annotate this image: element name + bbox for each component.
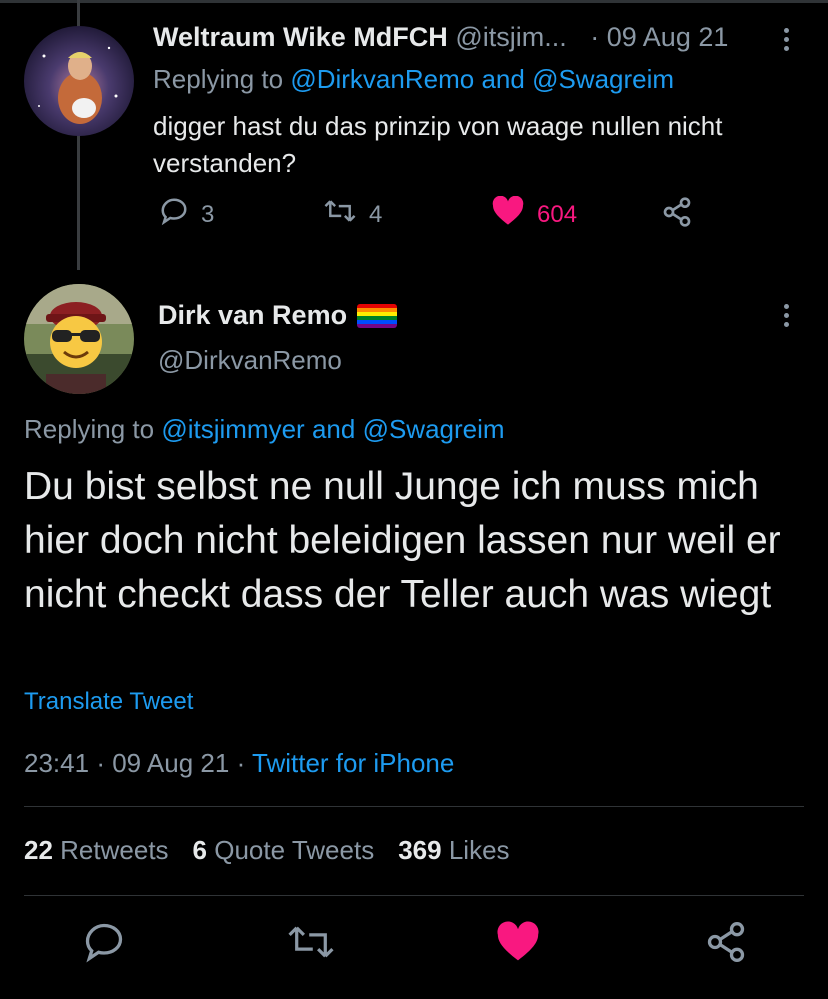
replying-user-link[interactable]: @DirkvanRemo [290, 64, 474, 94]
quotes-label: Quote Tweets [214, 835, 375, 865]
retweet-button[interactable] [286, 920, 336, 969]
like-button[interactable] [496, 920, 540, 969]
like-count: 604 [537, 200, 578, 228]
like-icon [496, 921, 540, 968]
tweet2-source[interactable]: Twitter for iPhone [252, 748, 454, 778]
retweet-button[interactable]: 4 [323, 196, 382, 233]
meta-separator: · [96, 748, 105, 778]
more-icon[interactable] [784, 28, 792, 51]
retweets-count: 22 [24, 835, 53, 865]
retweet-count: 4 [369, 200, 383, 228]
tweet2-text: Du bist selbst ne null Junge ich muss mi… [24, 465, 781, 616]
avatar-weltraum-wike[interactable] [24, 26, 134, 136]
retweet-icon [323, 196, 357, 233]
retweets-label: Retweets [60, 835, 169, 865]
replying-user-link[interactable]: @Swagreim [363, 414, 505, 444]
replying-and: and [311, 414, 356, 444]
meta-separator: · [236, 748, 246, 778]
replying-and: and [481, 64, 525, 94]
quotes-count: 6 [192, 835, 208, 865]
replying-user-link[interactable]: @itsjimmyer [161, 414, 304, 444]
avatar-dirk-van-remo[interactable] [24, 284, 134, 394]
tweet2-display-name[interactable]: Dirk van Remo [158, 300, 347, 331]
reply-button[interactable]: 3 [159, 196, 214, 233]
tweet2-actions [0, 920, 828, 970]
reply-icon [82, 923, 126, 968]
tweet2-time[interactable]: 23:41 [24, 748, 89, 778]
share-button[interactable] [661, 196, 693, 235]
quote-tweets-stat[interactable]: 6 Quote Tweets [193, 835, 375, 866]
tweet2-display-name-row: Dirk van Remo [158, 300, 398, 331]
tweet2-stats: 22 Retweets 6 Quote Tweets 369 Likes [24, 835, 510, 866]
tweet1-handle[interactable]: @itsjim... [455, 22, 566, 52]
tweet1-replying-to: Replying to @DirkvanRemo and @Swagreim [153, 64, 674, 95]
share-button[interactable] [704, 920, 748, 969]
translate-tweet-link[interactable]: Translate Tweet [24, 688, 193, 716]
tweet1-separator: · [590, 22, 600, 52]
likes-label: Likes [448, 835, 510, 865]
tweet1-date[interactable]: 09 Aug 21 [607, 22, 729, 52]
reply-count: 3 [201, 200, 215, 228]
retweet-icon [286, 926, 336, 968]
rainbow-flag-icon [357, 303, 398, 328]
top-divider [0, 0, 828, 3]
tweet1-display-name[interactable]: Weltraum Wike MdFCH [153, 22, 448, 52]
divider [24, 806, 804, 807]
likes-count: 369 [398, 835, 442, 865]
share-icon [704, 922, 748, 968]
retweets-stat[interactable]: 22 Retweets [24, 835, 169, 866]
replying-user-link[interactable]: @Swagreim [532, 64, 674, 94]
replying-prefix: Replying to [24, 414, 155, 444]
reply-button[interactable] [82, 920, 126, 969]
reply-icon [159, 196, 189, 233]
tweet2-date[interactable]: 09 Aug 21 [112, 748, 229, 778]
like-icon [491, 195, 525, 233]
likes-stat[interactable]: 369 Likes [398, 835, 509, 866]
tweet2-replying-to: Replying to @itsjimmyer and @Swagreim [24, 414, 505, 445]
tweet2-handle[interactable]: @DirkvanRemo [158, 345, 342, 376]
replying-prefix: Replying to [153, 64, 284, 94]
tweet1-text: digger hast du das prinzip von waage nul… [153, 111, 723, 178]
share-icon [661, 196, 693, 235]
divider [24, 895, 804, 896]
more-icon[interactable] [784, 304, 792, 327]
like-button[interactable]: 604 [491, 195, 578, 233]
tweet1-header: Weltraum Wike MdFCH @itsjim... · 09 Aug … [153, 22, 728, 53]
tweet2-meta: 23:41 · 09 Aug 21 · Twitter for iPhone [24, 748, 454, 779]
